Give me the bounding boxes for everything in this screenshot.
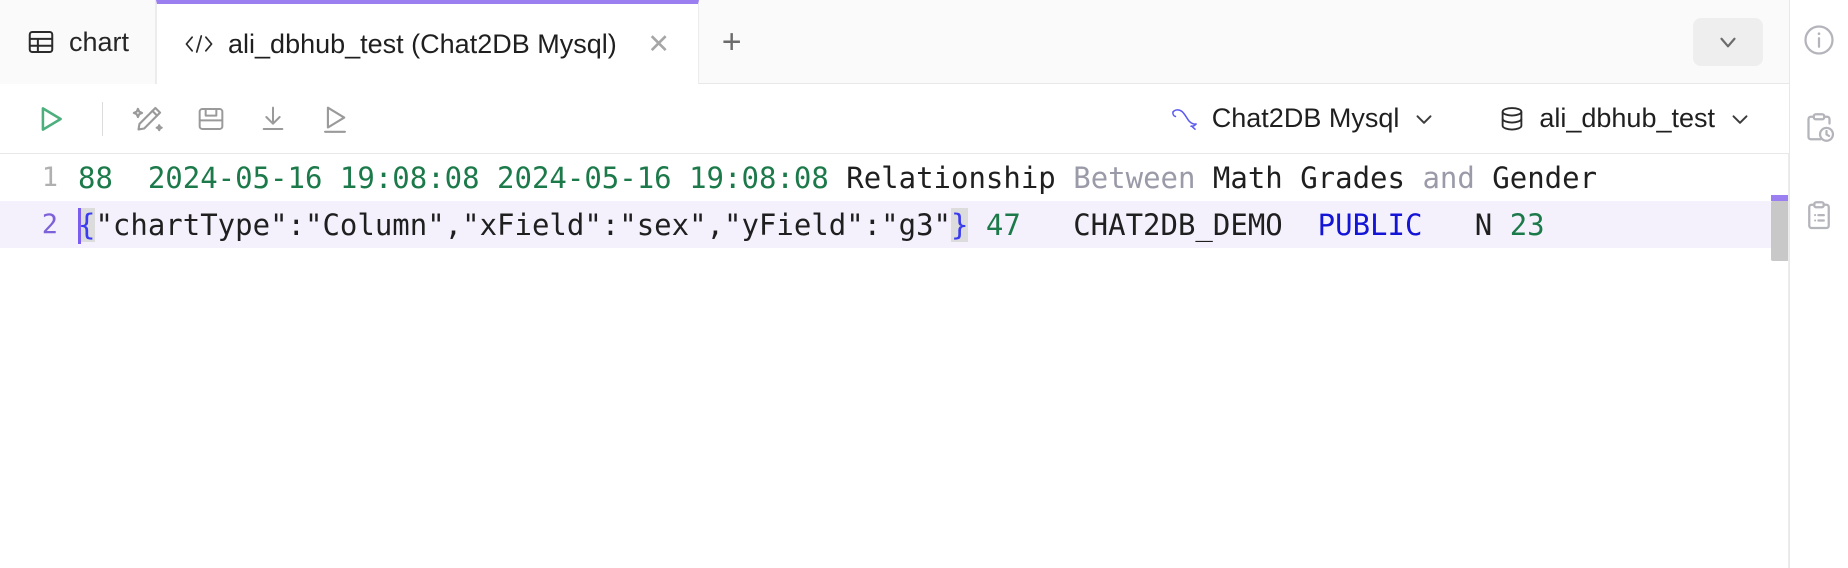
chevron-down-icon	[1715, 29, 1741, 55]
clipboard-clock-icon	[1801, 110, 1837, 146]
info-icon	[1801, 22, 1837, 58]
code-line-text: {"chartType":"Column","xField":"sex","yF…	[78, 207, 1545, 244]
line-number: 1	[41, 162, 58, 193]
code-token: PUBLIC	[1317, 207, 1475, 242]
ai-magic-edit-button[interactable]	[121, 91, 177, 147]
line-number: 2	[41, 209, 58, 240]
editor-right-edge	[1788, 154, 1789, 568]
sidebar-item-saved[interactable]	[1795, 192, 1843, 240]
mysql-dolphin-icon	[1168, 104, 1200, 134]
code-brackets-icon	[183, 31, 215, 57]
clipboard-list-icon	[1801, 198, 1837, 234]
code-line-text: 88 2024-05-16 19:08:08 2024-05-16 19:08:…	[78, 161, 1597, 195]
database-cylinder-icon	[1497, 104, 1527, 134]
new-tab-button[interactable]: +	[699, 0, 765, 84]
code-token: Relationship	[846, 160, 1074, 195]
chevron-down-icon	[1727, 106, 1753, 132]
code-token: 2024-05-16 19:08:08	[147, 160, 498, 195]
code-token: 88	[78, 160, 148, 195]
code-token: 47	[968, 207, 1074, 242]
play-triangle-icon	[33, 102, 67, 136]
tab-ali-dbhub-test[interactable]: ali_dbhub_test (Chat2DB Mysql) ✕	[156, 0, 699, 85]
connection-selector[interactable]: Chat2DB Mysql	[1154, 91, 1452, 147]
code-token: Gender	[1492, 160, 1598, 195]
sql-code-editor[interactable]: 1 88 2024-05-16 19:08:08 2024-05-16 19:0…	[0, 154, 1789, 568]
sidebar-item-info[interactable]	[1795, 16, 1843, 64]
run-sql-button[interactable]	[22, 91, 78, 147]
floppy-disk-icon	[195, 103, 227, 135]
right-sidebar	[1789, 0, 1848, 568]
editor-toolbar: Chat2DB Mysql ali_dbhub_test	[0, 84, 1789, 154]
text-cursor	[78, 207, 81, 244]
play-underline-icon	[318, 102, 352, 136]
magic-wand-pencil-icon	[132, 102, 166, 136]
code-line[interactable]: 2 {"chartType":"Column","xField":"sex","…	[0, 201, 1789, 248]
table-grid-icon	[26, 27, 56, 57]
database-label: ali_dbhub_test	[1539, 103, 1715, 133]
tab-bar: chart ali_dbhub_test (Chat2DB Mysql) ✕ +	[0, 0, 1789, 85]
code-token: 2024-05-16 19:08:08	[497, 160, 847, 195]
tab-chart[interactable]: chart	[0, 0, 157, 84]
code-token: and	[1422, 160, 1493, 195]
main-column: chart ali_dbhub_test (Chat2DB Mysql) ✕ +	[0, 0, 1789, 568]
download-arrow-icon	[257, 103, 289, 135]
database-selector[interactable]: ali_dbhub_test	[1483, 91, 1767, 147]
close-icon[interactable]: ✕	[646, 30, 672, 58]
code-token: Between	[1073, 160, 1213, 195]
tab-bar-spacer	[765, 0, 1693, 83]
code-token: N	[1474, 207, 1510, 242]
code-token: Math Grades	[1212, 160, 1423, 195]
tab-ali-dbhub-test-label: ali_dbhub_test (Chat2DB Mysql)	[228, 28, 617, 59]
connection-label: Chat2DB Mysql	[1211, 103, 1400, 133]
tab-chart-label: chart	[69, 26, 130, 57]
execute-selection-button[interactable]	[307, 91, 363, 147]
editor-vertical-scrollbar[interactable]	[1771, 201, 1789, 261]
code-token: 23	[1509, 207, 1545, 242]
chevron-down-icon	[1411, 106, 1437, 132]
code-line[interactable]: 1 88 2024-05-16 19:08:08 2024-05-16 19:0…	[0, 154, 1789, 201]
download-button[interactable]	[245, 91, 301, 147]
save-button[interactable]	[183, 91, 239, 147]
code-token: CHAT2DB_DEMO	[1073, 207, 1318, 242]
sidebar-item-history[interactable]	[1795, 104, 1843, 152]
tab-overflow-button[interactable]	[1693, 18, 1763, 66]
chat2db-sql-editor-window: chart ali_dbhub_test (Chat2DB Mysql) ✕ +	[0, 0, 1848, 568]
code-token: "chartType":"Column","xField":"sex","yFi…	[95, 207, 951, 242]
toolbar-divider	[102, 101, 103, 136]
code-token-brace-close: }	[950, 207, 969, 242]
